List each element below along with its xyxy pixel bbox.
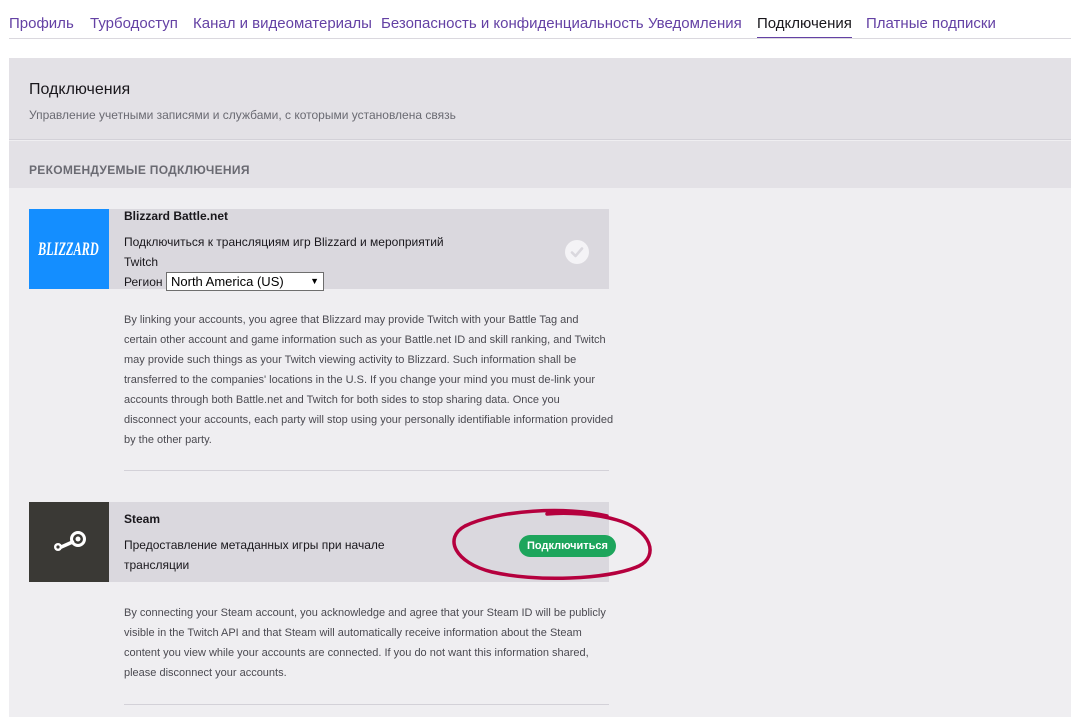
blizzard-name: Blizzard Battle.net [124, 209, 229, 223]
blizzard-desc-line1: Подключиться к трансляциям игр Blizzard … [124, 235, 444, 249]
panel-header: Подключения Управление учетными записями… [9, 58, 1071, 140]
section-title: РЕКОМЕНДУЕМЫЕ ПОДКЛЮЧЕНИЯ [29, 163, 250, 177]
tab-security-privacy[interactable]: Безопасность и конфиденциальность [381, 15, 644, 33]
steam-legal-text: By connecting your Steam account, you ac… [124, 607, 606, 679]
page-subtitle: Управление учетными записями и службами,… [29, 108, 456, 122]
tab-turbo[interactable]: Турбодоступ [90, 15, 178, 33]
dropdown-arrow-icon: ▼ [310, 276, 319, 286]
blizzard-desc-line2: Twitch [124, 255, 159, 269]
blizzard-connection-card: BLIZZARD Blizzard Battle.net Подключитьс… [29, 209, 609, 291]
steam-desc-line1: Предоставление метаданных игры при начал… [124, 538, 385, 552]
recommended-section-bar: РЕКОМЕНДУЕМЫЕ ПОДКЛЮЧЕНИЯ [9, 141, 1071, 188]
steam-desc-line2: трансляции [124, 558, 190, 572]
blizzard-logo: BLIZZARD [29, 209, 109, 289]
steam-name: Steam [124, 512, 161, 526]
blizzard-logo-icon: BLIZZARD [38, 240, 99, 260]
steam-divider [124, 704, 609, 705]
check-circle-icon [565, 240, 589, 264]
blizzard-legal-text: By linking your accounts, you agree that… [124, 314, 614, 446]
steam-connect-button[interactable]: Подключиться [519, 535, 616, 557]
svg-text:BLIZZARD: BLIZZARD [38, 240, 99, 260]
page-title: Подключения [29, 81, 131, 98]
tab-subscriptions[interactable]: Платные подписки [866, 15, 996, 33]
steam-icon [54, 531, 86, 551]
region-select[interactable]: North America (US) ▼ [166, 272, 324, 291]
connections-panel: Подключения Управление учетными записями… [9, 58, 1071, 717]
tab-notifications[interactable]: Уведомления [648, 15, 742, 33]
tab-profile[interactable]: Профиль [9, 15, 74, 33]
region-select-value: North America (US) [171, 274, 284, 289]
tab-connections[interactable]: Подключения [757, 15, 852, 38]
steam-logo [29, 502, 109, 582]
settings-tabs: Профиль Турбодоступ Канал и видеоматериа… [9, 0, 1071, 39]
steam-connection-card: Steam Предоставление метаданных игры при… [29, 502, 616, 582]
blizzard-divider [124, 470, 609, 471]
tab-channel-videos[interactable]: Канал и видеоматериалы [193, 15, 372, 33]
region-label: Регион [124, 275, 163, 289]
